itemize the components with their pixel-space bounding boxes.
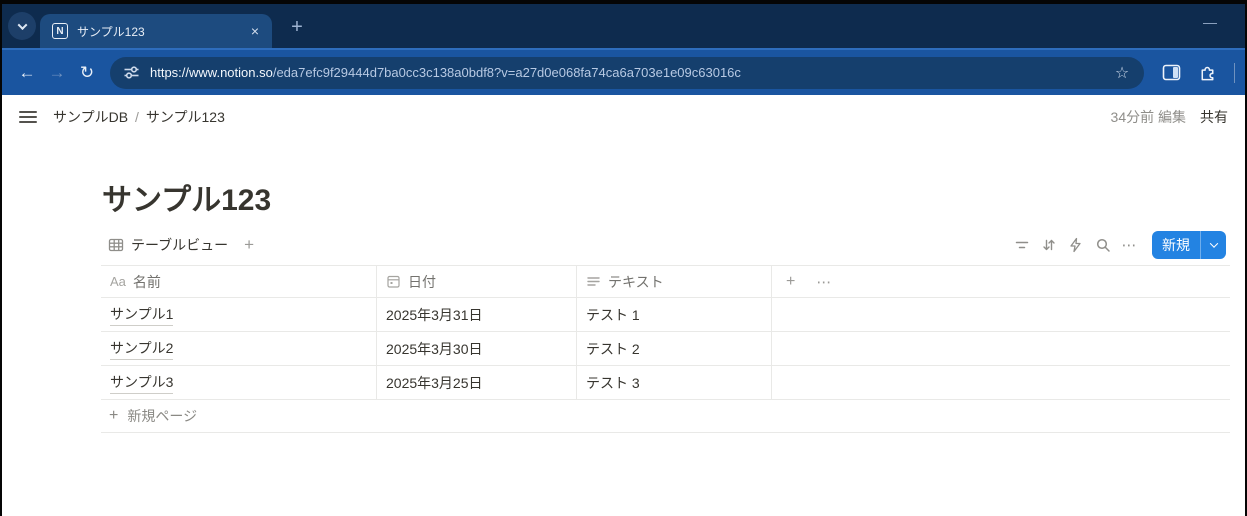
browser-window: N サンプル123 × + — ← → ↻ https://www.notion… [0,0,1247,516]
reload-button[interactable]: ↻ [72,58,102,88]
column-label: 名前 [132,273,161,290]
notion-topbar: サンプルDB / サンプル123 34分前 編集 共有 [2,95,1245,139]
tab-table-view[interactable]: テーブルビュー [101,235,228,255]
cell-date[interactable]: 2025年3月30日 [377,332,577,365]
new-record-button[interactable]: 新規 [1152,231,1226,259]
breadcrumb-database[interactable]: サンプルDB [53,107,128,127]
new-record-dropdown[interactable] [1200,231,1226,259]
back-button[interactable]: ← [12,58,42,88]
column-label: テキスト [608,273,664,290]
view-more-icon[interactable]: ⋯ [1116,233,1143,257]
new-tab-button[interactable]: + [285,15,309,39]
plus-icon: + [109,407,119,424]
browser-toolbar: ← → ↻ https://www.notion.so/eda7efc9f294… [2,48,1245,95]
cell-date[interactable]: 2025年3月25日 [377,366,577,399]
column-header-text[interactable]: テキスト [577,266,772,297]
tab-strip: N サンプル123 × + — [2,4,1245,48]
cell-text[interactable]: テスト 3 [577,366,772,399]
cell-name[interactable]: サンプル2 [101,332,377,365]
address-bar[interactable]: https://www.notion.so/eda7efc9f29444d7ba… [110,56,1144,89]
database-table: Aa 名前 日付 テキスト + ⋯ サンプル1 2025年3月31日 テスト 1… [101,265,1230,433]
tab-close-icon[interactable]: × [246,22,264,40]
window-minimize-button[interactable]: — [1203,14,1217,30]
forward-button[interactable]: → [42,58,72,88]
cell-name[interactable]: サンプル1 [101,298,377,331]
table-row[interactable]: サンプル3 2025年3月25日 テスト 3 [101,366,1230,400]
view-tab-label: テーブルビュー [131,237,229,253]
cell-text[interactable]: テスト 1 [577,298,772,331]
column-header-date[interactable]: 日付 [377,266,577,297]
cell-name[interactable]: サンプル3 [101,366,377,399]
url-text: https://www.notion.so/eda7efc9f29444d7ba… [150,65,1112,80]
table-view-icon [108,238,124,252]
title-property-icon: Aa [110,274,126,289]
tab-search-button[interactable] [8,12,36,40]
breadcrumb-separator: / [135,109,139,125]
side-panel-button[interactable] [1160,62,1182,84]
column-header-name[interactable]: Aa 名前 [101,266,377,297]
add-column-area: + ⋯ [772,266,1230,297]
page-title[interactable]: サンプル123 [102,183,1226,219]
column-label: 日付 [408,273,436,290]
table-options-icon[interactable]: ⋯ [816,273,832,291]
breadcrumb-page[interactable]: サンプル123 [146,107,225,127]
sort-icon[interactable] [1035,233,1062,257]
bookmark-star-icon[interactable]: ☆ [1112,63,1132,83]
calendar-icon [386,274,401,289]
chevron-down-icon [17,19,27,30]
chevron-down-icon [1209,239,1218,248]
filter-icon[interactable] [1008,233,1035,257]
automation-zap-icon[interactable] [1062,233,1089,257]
text-lines-icon [586,275,601,288]
toolbar-separator [1234,62,1235,83]
edited-timestamp: 34分前 編集 [1110,109,1186,125]
browser-tab[interactable]: N サンプル123 × [40,14,272,48]
extensions-puzzle-icon[interactable] [1196,62,1218,84]
table-row[interactable]: サンプル1 2025年3月31日 テスト 1 [101,298,1230,332]
search-icon[interactable] [1089,233,1116,257]
share-button[interactable]: 共有 [1200,107,1228,127]
cell-date[interactable]: 2025年3月31日 [377,298,577,331]
new-page-label: 新規ページ [127,408,198,424]
add-column-button[interactable]: + [786,273,795,291]
site-settings-icon[interactable] [123,64,140,81]
add-view-button[interactable]: + [244,235,254,255]
url-origin: https://www.notion.so [150,65,273,80]
table-row[interactable]: サンプル2 2025年3月30日 テスト 2 [101,332,1230,366]
tab-title: サンプル123 [77,24,145,39]
sidebar-toggle-icon[interactable] [19,111,37,123]
cell-text[interactable]: テスト 2 [577,332,772,365]
new-page-row[interactable]: + 新規ページ [101,400,1230,433]
notion-favicon-icon: N [52,23,68,39]
view-bar: テーブルビュー + ⋯ 新規 [101,230,1226,260]
notion-page: サンプルDB / サンプル123 34分前 編集 共有 サンプル123 テーブル… [2,95,1245,516]
url-path: /eda7efc9f29444d7ba0cc3c138a0bdf8?v=a27d… [272,65,741,80]
new-record-label[interactable]: 新規 [1152,231,1200,259]
table-header-row: Aa 名前 日付 テキスト + ⋯ [101,265,1230,298]
